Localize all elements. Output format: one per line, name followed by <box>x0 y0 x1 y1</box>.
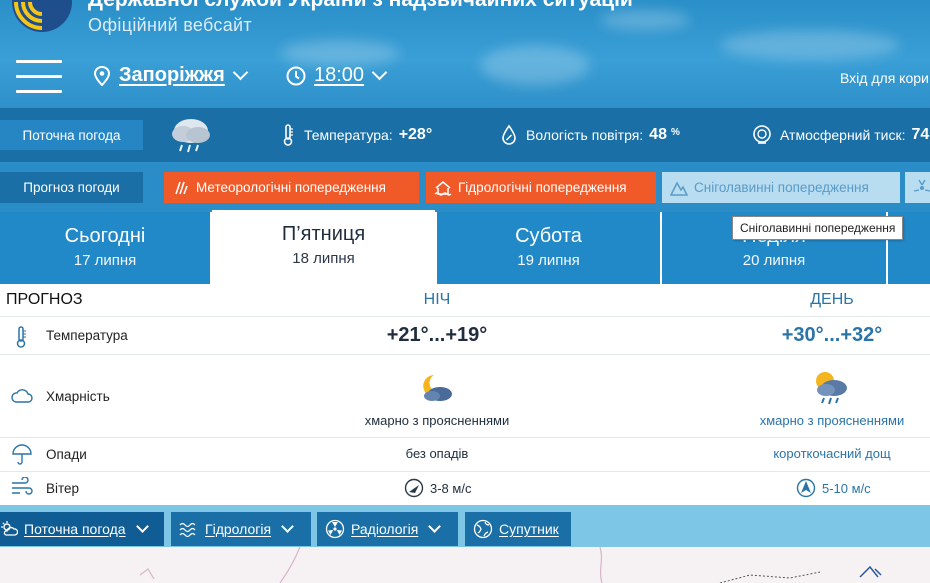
humidity-drop-icon <box>502 124 516 145</box>
tab-friday[interactable]: П’ятниця 18 липня <box>212 210 435 284</box>
night-cloudiness: хмарно з проясненнями <box>364 413 510 428</box>
tab-today[interactable]: Сьогодні 17 липня <box>0 212 210 284</box>
day-cloudiness: хмарно з проясненнями <box>759 413 905 428</box>
site-header: Державної служби України з надзвичайних … <box>0 0 930 108</box>
city-name: Запоріжжя <box>119 64 225 86</box>
sun-cloud-icon <box>1 521 18 536</box>
current-humidity: Вологість повітря: 48% <box>500 108 680 162</box>
waves-icon <box>179 522 196 538</box>
tab-saturday[interactable]: Субота 19 липня <box>437 212 660 284</box>
radiation-icon <box>913 179 930 192</box>
forecast-bar: Прогноз погоди Метеорологічні попереджен… <box>0 162 930 212</box>
weather-map[interactable] <box>0 547 930 583</box>
clock-icon <box>286 66 306 85</box>
mountain-icon <box>670 180 688 196</box>
map-border-lines <box>139 547 882 583</box>
tooltip: Сніголавинні попередження <box>732 216 904 240</box>
table-row: Опади без опадів короткочасний дощ <box>0 438 930 472</box>
table-header-row: ПРОГНОЗ НІЧ ДЕНЬ <box>0 284 930 317</box>
current-pressure: Атмосферний тиск: 74 <box>752 108 929 162</box>
dsns-logo-icon[interactable] <box>8 0 72 38</box>
day-rain-cloud-icon <box>816 372 847 405</box>
chevron-down-icon <box>281 520 294 533</box>
current-weather-nav[interactable]: Поточна погода <box>0 512 164 546</box>
avalanche-warnings-button[interactable]: Сніголавинні попередження <box>662 172 900 203</box>
table-row: Температура +21°...+19° +30°...+32° <box>0 317 930 355</box>
wind-label: Вітер <box>46 481 80 496</box>
menu-button[interactable] <box>16 60 62 94</box>
table-row: Хмарність хмарно з проясненнями хмарно з… <box>0 355 930 438</box>
login-link[interactable]: Вхід для кори <box>840 70 929 86</box>
hydrology-nav[interactable]: Гідрологія <box>171 512 311 546</box>
chevron-down-icon <box>232 64 249 81</box>
site-title: Державної служби України з надзвичайних … <box>88 0 633 12</box>
temperature-label: Температура <box>46 328 128 343</box>
cloud-decoration <box>600 10 690 30</box>
city-selector[interactable]: Запоріжжя <box>93 64 249 87</box>
thermometer-icon <box>16 326 26 348</box>
pressure-gauge-icon <box>753 125 771 144</box>
night-heading: НІЧ <box>423 291 451 308</box>
cloud-decoration <box>720 30 900 60</box>
night-temperature: +21°...+19° <box>386 324 488 346</box>
day-heading: ДЕНЬ <box>810 291 854 308</box>
chevron-down-icon <box>371 64 388 81</box>
more-warnings-button[interactable] <box>905 172 930 203</box>
day-wind: 5-10 м/с <box>796 478 871 498</box>
wind-icon <box>12 477 33 495</box>
flood-icon <box>434 180 452 196</box>
umbrella-icon <box>12 444 32 465</box>
cloud-icon <box>11 389 33 403</box>
current-weather-bar: Поточна погода Температура: +28° Вологіст… <box>0 108 930 162</box>
night-wind: 3-8 м/с <box>404 478 471 498</box>
cloud-decoration <box>280 40 400 66</box>
wind-direction-icon <box>796 478 816 498</box>
rain-cloud-icon <box>172 119 210 153</box>
storm-icon <box>175 181 188 194</box>
meteorological-warnings-button[interactable]: Метеорологічні попередження <box>164 172 419 203</box>
radiation-icon <box>325 519 345 539</box>
forecast-tag[interactable]: Прогноз погоди <box>0 172 143 203</box>
current-temperature: Температура: +28° <box>280 108 432 162</box>
night-precipitation: без опадів <box>405 446 469 461</box>
table-row: Вітер 3-8 м/с 5-10 м/с <box>0 472 930 505</box>
chevron-down-icon <box>135 520 149 533</box>
globe-icon <box>473 519 493 539</box>
forecast-heading: ПРОГНОЗ <box>6 291 83 308</box>
satellite-nav[interactable]: Супутник <box>465 512 571 546</box>
thermometer-icon <box>283 124 293 146</box>
bottom-nav: Поточна погода Гідрологія Радіологія Суп… <box>0 505 930 547</box>
day-temperature: +30°...+32° <box>781 324 883 346</box>
current-weather-tag[interactable]: Поточна погода <box>0 120 143 150</box>
night-partly-cloudy-icon <box>423 375 452 401</box>
precipitation-label: Опади <box>46 447 87 462</box>
cloud-decoration <box>480 45 590 85</box>
site-subtitle: Офіційний вебсайт <box>88 15 252 35</box>
time-value: 18:00 <box>314 64 365 86</box>
day-precipitation: короткочасний дощ <box>773 446 891 461</box>
cloudiness-label: Хмарність <box>46 389 110 404</box>
chevron-down-icon <box>428 520 442 533</box>
time-selector[interactable]: 18:00 <box>286 64 388 87</box>
hydrological-warnings-button[interactable]: Гідрологічні попередження <box>426 172 656 203</box>
wind-direction-icon <box>404 478 424 498</box>
location-pin-icon <box>93 65 111 86</box>
radiology-nav[interactable]: Радіологія <box>317 512 458 546</box>
